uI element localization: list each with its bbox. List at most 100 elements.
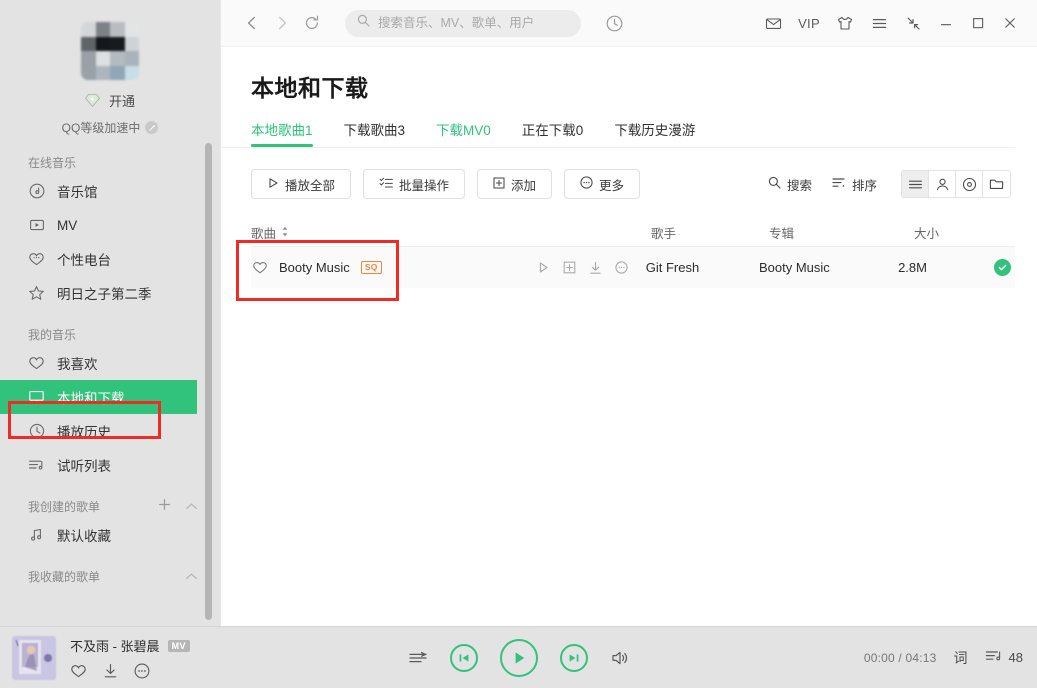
singer-view-icon[interactable] xyxy=(929,171,956,197)
sidebar-item-radio[interactable]: 个性电台 xyxy=(0,242,220,276)
button-label: 添加 xyxy=(511,178,537,193)
sidebar-section-title-collected: 我收藏的歌单 xyxy=(0,566,220,588)
avatar[interactable] xyxy=(81,22,139,80)
sidebar-section-title-created: 我创建的歌单 xyxy=(0,496,220,518)
cell-artist: Git Fresh xyxy=(645,260,700,275)
play-icon xyxy=(267,177,279,192)
sidebar-scrollbar[interactable] xyxy=(205,143,212,620)
close-button[interactable] xyxy=(994,7,1026,39)
table-header: 歌曲 歌手 专辑 大小 xyxy=(251,219,1015,247)
refresh-button[interactable] xyxy=(297,8,327,38)
sidebar-item-label: 音乐馆 xyxy=(57,185,98,200)
add-icon[interactable] xyxy=(563,261,576,274)
user-profile: 开通 QQ等级加速中 xyxy=(0,0,220,136)
radio-icon xyxy=(28,251,45,268)
more-icon[interactable] xyxy=(615,261,628,274)
section-label: 我创建的歌单 xyxy=(28,500,101,514)
heart-icon[interactable] xyxy=(252,260,268,275)
music-hall-icon xyxy=(28,183,45,200)
maximize-button[interactable] xyxy=(962,7,994,39)
mail-icon[interactable] xyxy=(756,7,790,39)
playback-time: 00:00 / 04:13 xyxy=(863,650,937,665)
column-size[interactable]: 大小 xyxy=(914,223,1014,242)
heart-icon[interactable] xyxy=(70,663,87,679)
next-button[interactable] xyxy=(559,643,588,672)
rocket-icon xyxy=(145,121,159,134)
qq-level-row[interactable]: QQ等级加速中 xyxy=(62,119,159,136)
lyrics-button[interactable]: 词 xyxy=(954,648,968,668)
sidebar-item-default-collection[interactable]: 默认收藏 xyxy=(0,518,220,552)
column-song[interactable]: 歌曲 xyxy=(251,223,651,242)
qq-level-label: QQ等级加速中 xyxy=(61,121,141,135)
track-action-icons xyxy=(70,663,190,679)
mv-badge[interactable]: MV xyxy=(167,639,190,652)
tab-downloaded-songs[interactable]: 下载歌曲3 xyxy=(344,119,406,147)
download-icon[interactable] xyxy=(103,663,118,679)
chevron-up-icon[interactable] xyxy=(185,566,198,588)
hamburger-icon[interactable] xyxy=(862,7,896,39)
add-button[interactable]: 添加 xyxy=(477,169,553,199)
note-icon xyxy=(28,527,45,544)
list-view-icon[interactable] xyxy=(902,171,929,197)
now-playing-cover[interactable] xyxy=(12,635,56,680)
tabs-divider xyxy=(221,147,1015,148)
button-label: 搜索 xyxy=(786,178,812,193)
album-view-icon[interactable] xyxy=(956,171,983,197)
add-playlist-icon[interactable] xyxy=(158,496,171,518)
sort-arrows-icon[interactable] xyxy=(281,226,289,240)
qq-music-window: 开通 QQ等级加速中 在线音乐 音乐馆 MV 个性电台 明日之子第二季 我的音乐… xyxy=(0,0,1037,688)
batch-operation-button[interactable]: 批量操作 xyxy=(363,169,466,199)
sort-button[interactable]: 排序 xyxy=(832,175,877,194)
page-title: 本地和下载 xyxy=(251,75,369,101)
play-button[interactable] xyxy=(499,638,538,677)
sidebar-section-title-mymusic: 我的音乐 xyxy=(0,324,220,346)
tab-bar: 本地歌曲1 下载歌曲3 下载MV0 正在下载0 下载历史漫游 xyxy=(251,117,1015,147)
play-all-button[interactable]: 播放全部 xyxy=(251,169,352,199)
download-icon[interactable] xyxy=(589,261,602,275)
tab-downloaded-mv[interactable]: 下载MV0 xyxy=(436,119,491,147)
table-row[interactable]: Booty Music SQ Git Fresh Booty Music 2.8… xyxy=(251,247,1015,288)
sidebar-item-show[interactable]: 明日之子第二季 xyxy=(0,276,220,310)
previous-button[interactable] xyxy=(449,643,478,672)
sidebar-item-play-history[interactable]: 播放历史 xyxy=(0,414,220,448)
timer-icon[interactable] xyxy=(605,14,624,33)
more-icon[interactable] xyxy=(134,663,150,679)
more-button[interactable]: 更多 xyxy=(564,169,641,199)
sidebar-item-local-and-download[interactable]: 本地和下载 xyxy=(0,380,197,414)
search-icon xyxy=(768,176,781,192)
forward-button[interactable] xyxy=(267,8,297,38)
action-toolbar: 播放全部 批量操作 添加 更多 搜索 排序 xyxy=(251,169,1015,199)
tab-downloading[interactable]: 正在下载0 xyxy=(522,119,584,147)
sidebar-nav: 在线音乐 音乐馆 MV 个性电台 明日之子第二季 我的音乐 我喜欢 本地和下载 … xyxy=(0,152,220,626)
sidebar-item-audition-list[interactable]: 试听列表 xyxy=(0,448,220,482)
list-search-button[interactable]: 搜索 xyxy=(768,175,812,194)
column-artist[interactable]: 歌手 xyxy=(651,223,769,242)
search-box[interactable] xyxy=(345,9,581,37)
volume-icon[interactable] xyxy=(610,649,630,667)
folder-view-icon[interactable] xyxy=(983,171,1010,197)
sidebar-item-music-hall[interactable]: 音乐馆 xyxy=(0,174,220,208)
column-album[interactable]: 专辑 xyxy=(769,223,914,242)
shirt-icon[interactable] xyxy=(828,7,862,39)
tab-download-history[interactable]: 下载历史漫游 xyxy=(614,119,695,147)
search-input[interactable] xyxy=(378,16,569,30)
column-label: 歌曲 xyxy=(251,227,277,241)
queue-icon[interactable] xyxy=(408,649,428,667)
chevron-up-icon[interactable] xyxy=(185,496,198,518)
sort-icon xyxy=(832,176,846,192)
sidebar: 开通 QQ等级加速中 在线音乐 音乐馆 MV 个性电台 明日之子第二季 我的音乐… xyxy=(0,0,220,626)
tab-local-songs[interactable]: 本地歌曲1 xyxy=(251,119,313,147)
play-icon[interactable] xyxy=(537,261,550,274)
minimize-button[interactable] xyxy=(930,7,962,39)
playlist-button[interactable]: 48 xyxy=(985,648,1023,667)
vip-activate-row[interactable]: 开通 xyxy=(85,91,135,110)
vip-button[interactable]: VIP xyxy=(790,7,828,39)
sidebar-item-favorites[interactable]: 我喜欢 xyxy=(0,346,220,380)
mini-mode-icon[interactable] xyxy=(896,7,930,39)
sidebar-item-mv[interactable]: MV xyxy=(0,208,220,242)
cell-status xyxy=(994,259,1015,276)
back-button[interactable] xyxy=(237,8,267,38)
